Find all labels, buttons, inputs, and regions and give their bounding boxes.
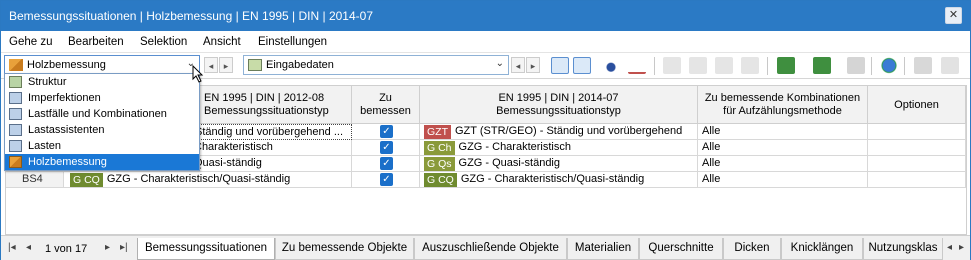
load-wizard-icon <box>9 124 22 136</box>
app-window: Bemessungssituationen | Holzbemessung | … <box>0 0 971 260</box>
structure-icon <box>9 76 22 88</box>
cell-design-checkbox[interactable]: ✓ <box>352 156 420 172</box>
last-page-button[interactable]: ▸| <box>120 242 128 253</box>
tab-objects-to-design[interactable]: Zu bemessende Objekte <box>275 238 414 260</box>
table-input-icon <box>248 59 262 71</box>
dropdown-item-lastassistenten[interactable]: Lastassistenten <box>5 122 199 138</box>
select-arrow-icon[interactable] <box>551 57 569 74</box>
cell-combinations[interactable]: Alle <box>698 140 868 156</box>
insert-row-icon[interactable] <box>663 57 681 74</box>
prev-page-button[interactable]: ◂ <box>26 242 31 253</box>
menu-edit[interactable]: Bearbeiten <box>68 36 124 48</box>
loads-icon <box>9 140 22 152</box>
tab-scroll-right-button[interactable]: ▸ <box>959 242 964 253</box>
badge-gch: G Ch <box>424 141 455 155</box>
cell-combinations[interactable]: Alle <box>698 156 868 172</box>
timber-icon <box>9 156 22 168</box>
checkbox-checked-icon[interactable]: ✓ <box>380 125 393 138</box>
tab-design-situations[interactable]: Bemessungssituationen <box>137 238 275 260</box>
mouse-cursor-icon <box>192 65 204 83</box>
first-page-button[interactable]: |◂ <box>8 242 16 253</box>
cell-design-checkbox[interactable]: ✓ <box>352 172 420 188</box>
prev-table-button[interactable]: ◂ <box>511 57 525 73</box>
select-pointer-icon[interactable] <box>573 57 591 74</box>
cell-new-type[interactable]: G Ch GZG - Charakteristisch <box>420 140 698 156</box>
tab-service-classes[interactable]: Nutzungsklas <box>863 238 943 260</box>
tablet-icon[interactable] <box>941 57 959 74</box>
menu-goto[interactable]: Gehe zu <box>9 36 52 48</box>
view-eye-icon[interactable] <box>602 57 620 74</box>
cell-design-checkbox[interactable]: ✓ <box>352 140 420 156</box>
cell-new-type[interactable]: GZT GZT (STR/GEO) - Ständig und vorüberge… <box>420 124 698 140</box>
col-header-2014: EN 1995 | DIN | 2014-07 Bemessungssituat… <box>420 86 698 124</box>
excel-import-icon[interactable] <box>813 57 831 74</box>
cell-old-type[interactable]: G CQ GZG - Charakteristisch/Quasi-ständig <box>64 172 352 188</box>
timber-icon <box>9 59 23 71</box>
prev-module-button[interactable]: ◂ <box>204 57 218 73</box>
cell-options[interactable] <box>868 156 966 172</box>
next-page-button[interactable]: ▸ <box>105 242 110 253</box>
tab-materials[interactable]: Materialien <box>567 238 639 260</box>
row-id: BS4 <box>6 172 64 188</box>
menu-view[interactable]: Ansicht <box>203 36 241 48</box>
cell-new-type[interactable]: G Qs GZG - Quasi-ständig <box>420 156 698 172</box>
chevron-down-icon[interactable]: ⌄ <box>496 58 504 69</box>
checkbox-checked-icon[interactable]: ✓ <box>380 141 393 154</box>
delete-row-icon[interactable] <box>689 57 707 74</box>
menu-selection[interactable]: Selektion <box>140 36 187 48</box>
checkbox-checked-icon[interactable]: ✓ <box>380 157 393 170</box>
window-title: Bemessungssituationen | Holzbemessung | … <box>9 9 374 23</box>
cell-options[interactable] <box>868 172 966 188</box>
input-combo-value: Eingabedaten <box>266 59 334 71</box>
menu-settings[interactable]: Einstellungen <box>258 36 327 48</box>
module-combo[interactable]: Holzbemessung ⌄ <box>4 55 200 75</box>
tab-strip: |◂ ◂ 1 von 17 ▸ ▸| Bemessungssituationen… <box>1 235 970 260</box>
dropdown-item-holzbemessung[interactable]: Holzbemessung <box>5 154 199 170</box>
dropdown-item-struktur[interactable]: Struktur <box>5 74 199 90</box>
badge-gcq: G CQ <box>70 173 103 187</box>
tab-excluded-objects[interactable]: Auszuschließende Objekte <box>414 238 567 260</box>
move-right-icon[interactable] <box>741 57 759 74</box>
settings-gear-icon[interactable] <box>847 57 865 74</box>
col-header-combinations: Zu bemessende Kombinationen für Aufzählu… <box>698 86 868 124</box>
checkbox-checked-icon[interactable]: ✓ <box>380 173 393 186</box>
dropdown-item-imperfektionen[interactable]: Imperfektionen <box>5 90 199 106</box>
next-table-button[interactable]: ▸ <box>526 57 540 73</box>
cell-combinations[interactable]: Alle <box>698 124 868 140</box>
input-combo[interactable]: Eingabedaten ⌄ <box>243 55 509 75</box>
globe-icon[interactable] <box>880 57 898 74</box>
next-module-button[interactable]: ▸ <box>219 57 233 73</box>
cell-options[interactable] <box>868 124 966 140</box>
tab-cross-sections[interactable]: Querschnitte <box>639 238 723 260</box>
print-icon[interactable] <box>914 57 932 74</box>
load-cases-icon <box>9 108 22 120</box>
close-button[interactable]: ✕ <box>945 7 962 24</box>
dropdown-item-lastfaelle[interactable]: Lastfälle und Kombinationen <box>5 106 199 122</box>
cell-options[interactable] <box>868 140 966 156</box>
page-indicator: 1 von 17 <box>45 243 88 255</box>
move-left-icon[interactable] <box>715 57 733 74</box>
module-dropdown-list: Struktur Imperfektionen Lastfälle und Ko… <box>4 73 200 171</box>
col-header-options: Optionen <box>868 86 966 124</box>
cell-new-type[interactable]: G CQ GZG - Charakteristisch/Quasi-ständig <box>420 172 698 188</box>
menu-bar: Gehe zu Bearbeiten Selektion Ansicht Ein… <box>1 31 970 53</box>
module-combo-value: Holzbemessung <box>27 59 106 71</box>
cell-design-checkbox[interactable]: ✓ <box>352 124 420 140</box>
imperfection-icon <box>9 92 22 104</box>
badge-gzt: GZT <box>424 125 451 139</box>
tab-scroll-left-button[interactable]: ◂ <box>947 242 952 253</box>
xxx-filter-icon[interactable] <box>628 57 646 74</box>
badge-gqs: G Qs <box>424 157 455 171</box>
tab-buckling-lengths[interactable]: Knicklängen <box>781 238 863 260</box>
dropdown-item-lasten[interactable]: Lasten <box>5 138 199 154</box>
tab-thicknesses[interactable]: Dicken <box>723 238 781 260</box>
badge-gcq: G CQ <box>424 173 457 187</box>
title-bar: Bemessungssituationen | Holzbemessung | … <box>1 1 970 31</box>
cell-combinations[interactable]: Alle <box>698 172 868 188</box>
col-header-design: Zu bemessen <box>352 86 420 124</box>
excel-export-icon[interactable] <box>777 57 795 74</box>
